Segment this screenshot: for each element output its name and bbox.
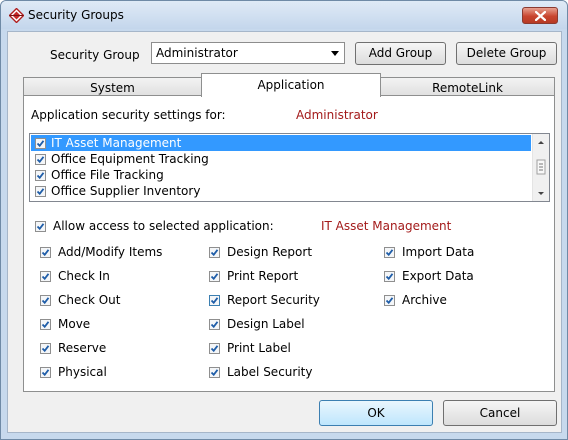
add-group-label: Add Group: [368, 46, 433, 60]
allow-access-label: Allow access to selected application:: [53, 219, 274, 233]
perm-checkbox[interactable]: [209, 319, 220, 330]
perm-checkbox[interactable]: [209, 367, 220, 378]
perm-label: Physical: [58, 365, 107, 379]
tab-remotelink[interactable]: RemoteLink: [380, 77, 555, 97]
perm-label: Label Security: [227, 365, 313, 379]
check-icon: [210, 321, 219, 329]
list-item[interactable]: Office Equipment Tracking: [31, 151, 531, 167]
perm-label: Report Security: [227, 293, 320, 307]
perm-label: Add/Modify Items: [58, 245, 163, 259]
app-label: Office File Tracking: [51, 168, 164, 182]
list-item[interactable]: IT Asset Management: [31, 135, 531, 151]
check-icon: [385, 297, 394, 305]
check-icon: [41, 369, 50, 377]
perm-checkbox[interactable]: [40, 343, 51, 354]
security-group-dropdown[interactable]: Administrator: [151, 42, 345, 64]
chevron-down-icon: [331, 51, 339, 56]
perm-checkbox[interactable]: [209, 343, 220, 354]
tab-system-label: System: [90, 81, 135, 95]
check-icon: [41, 273, 50, 281]
perm-label: Print Report: [227, 269, 299, 283]
perm-checkbox[interactable]: [40, 367, 51, 378]
perm-label: Import Data: [402, 245, 475, 259]
check-icon: [210, 249, 219, 257]
app-label: Office Equipment Tracking: [51, 152, 209, 166]
tab-application-label: Application: [257, 78, 325, 92]
delete-group-label: Delete Group: [466, 46, 547, 60]
add-group-button[interactable]: Add Group: [355, 42, 446, 65]
list-item[interactable]: Office File Tracking: [31, 167, 531, 183]
check-icon: [385, 249, 394, 257]
app-logo-icon: [9, 8, 24, 23]
perm-checkbox[interactable]: [40, 319, 51, 330]
check-icon: [36, 140, 45, 148]
list-scrollbar[interactable]: [532, 134, 549, 201]
app-checkbox[interactable]: [35, 138, 46, 149]
check-icon: [36, 223, 45, 231]
check-icon: [41, 297, 50, 305]
perm-label: Check Out: [58, 293, 121, 307]
perm-checkbox[interactable]: [209, 247, 220, 258]
app-label: Office Supplier Inventory: [51, 184, 201, 198]
check-icon: [41, 321, 50, 329]
perm-label: Check In: [58, 269, 110, 283]
check-icon: [385, 273, 394, 281]
check-icon: [210, 273, 219, 281]
security-group-value: Administrator: [156, 46, 238, 60]
perm-label: Export Data: [402, 269, 474, 283]
perm-label: Archive: [402, 293, 447, 307]
perm-checkbox[interactable]: [40, 295, 51, 306]
app-checkbox[interactable]: [35, 186, 46, 197]
security-group-label: Security Group: [50, 48, 140, 62]
delete-group-button[interactable]: Delete Group: [456, 42, 557, 65]
perm-checkbox[interactable]: [40, 271, 51, 282]
check-icon: [36, 172, 45, 180]
application-list[interactable]: IT Asset Management Office Equipment Tra…: [29, 133, 550, 202]
check-icon: [36, 188, 45, 196]
settings-for-value: Administrator: [296, 108, 378, 122]
perm-label: Design Label: [227, 317, 305, 331]
app-checkbox[interactable]: [35, 170, 46, 181]
window-title: Security Groups: [28, 8, 124, 22]
close-button[interactable]: [522, 7, 558, 24]
tab-application[interactable]: Application: [201, 73, 381, 97]
check-icon: [210, 369, 219, 377]
app-checkbox[interactable]: [35, 154, 46, 165]
check-icon: [41, 249, 50, 257]
title-bar[interactable]: Security Groups: [1, 1, 567, 29]
perm-checkbox[interactable]: [384, 247, 395, 258]
check-icon: [210, 345, 219, 353]
close-icon: [535, 11, 546, 21]
perm-checkbox[interactable]: [40, 247, 51, 258]
tab-remotelink-label: RemoteLink: [432, 81, 503, 95]
cancel-button[interactable]: Cancel: [443, 400, 557, 426]
scroll-up-icon: [536, 141, 546, 195]
perm-checkbox[interactable]: [209, 271, 220, 282]
cancel-label: Cancel: [479, 406, 521, 420]
perm-label: Reserve: [58, 341, 107, 355]
perm-checkbox[interactable]: [209, 295, 220, 306]
list-item[interactable]: Office Supplier Inventory: [31, 183, 531, 199]
perm-label: Design Report: [227, 245, 313, 259]
check-icon: [210, 297, 219, 305]
settings-for-label: Application security settings for:: [31, 108, 226, 122]
perm-checkbox[interactable]: [384, 271, 395, 282]
perm-label: Move: [58, 317, 91, 331]
perm-label: Print Label: [227, 341, 291, 355]
check-icon: [41, 345, 50, 353]
tab-system[interactable]: System: [23, 77, 202, 97]
allow-access-value: IT Asset Management: [321, 219, 452, 233]
ok-label: OK: [367, 406, 385, 420]
app-label: IT Asset Management: [51, 136, 182, 150]
allow-access-check[interactable]: [35, 221, 46, 232]
perm-checkbox[interactable]: [384, 295, 395, 306]
ok-button[interactable]: OK: [319, 400, 433, 426]
check-icon: [36, 156, 45, 164]
